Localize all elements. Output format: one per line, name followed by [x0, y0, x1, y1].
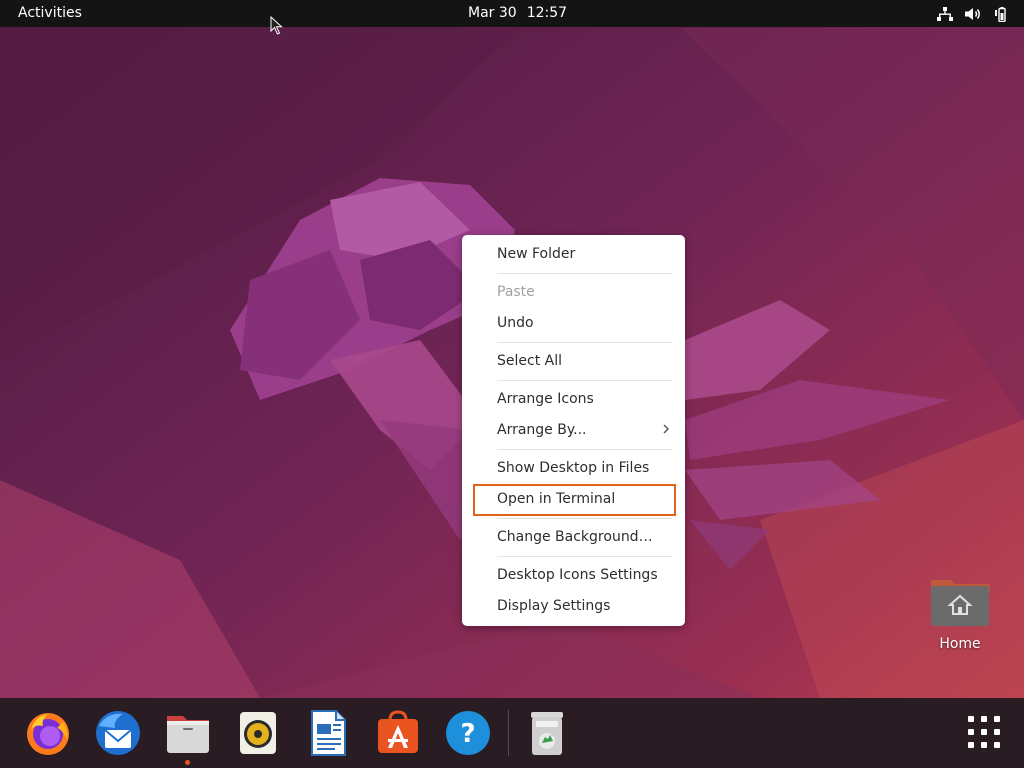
- dock-separator: [508, 710, 509, 756]
- annotation-highlight-box: [473, 484, 676, 516]
- svg-text:?: ?: [460, 719, 475, 749]
- menu-item-paste: Paste: [497, 284, 535, 300]
- menu-item-desktop-icons-settings[interactable]: Desktop Icons Settings: [497, 566, 658, 584]
- volume-icon[interactable]: [965, 7, 982, 21]
- battery-icon[interactable]: [994, 6, 1010, 22]
- menu-item-arrange-by[interactable]: Arrange By...: [497, 421, 587, 439]
- trash-icon[interactable]: [522, 708, 572, 758]
- home-folder-label[interactable]: Home: [925, 636, 995, 652]
- software-icon[interactable]: [373, 708, 423, 758]
- activities-button[interactable]: Activities: [18, 5, 82, 22]
- libreoffice-writer-icon[interactable]: [303, 708, 353, 758]
- home-folder-icon[interactable]: [929, 576, 991, 628]
- rhythmbox-icon[interactable]: [233, 708, 283, 758]
- chevron-right-icon: [663, 424, 669, 434]
- menu-item-change-background[interactable]: Change Background…: [497, 528, 653, 546]
- menu-separator: [497, 342, 672, 343]
- clock-date: Mar 30: [468, 5, 517, 21]
- dock: ?: [0, 698, 1024, 768]
- menu-item-display-settings[interactable]: Display Settings: [497, 597, 610, 615]
- menu-item-arrange-icons[interactable]: Arrange Icons: [497, 390, 594, 408]
- files-icon[interactable]: [163, 708, 213, 758]
- network-icon[interactable]: [937, 6, 953, 21]
- mouse-cursor-icon: [270, 16, 283, 35]
- clock[interactable]: Mar 30 12:57: [468, 5, 577, 22]
- clock-time: 12:57: [526, 5, 568, 21]
- desktop-context-menu: New Folder Paste Undo Select All Arrange…: [462, 235, 685, 626]
- menu-separator: [497, 449, 672, 450]
- menu-separator: [497, 518, 672, 519]
- system-tray[interactable]: [937, 4, 1010, 23]
- thunderbird-icon[interactable]: [93, 708, 143, 758]
- menu-separator: [497, 556, 672, 557]
- show-apps-icon[interactable]: [964, 712, 1004, 752]
- menu-item-select-all[interactable]: Select All: [497, 352, 562, 370]
- menu-item-undo[interactable]: Undo: [497, 314, 534, 332]
- top-bar: Activities Mar 30 12:57: [0, 0, 1024, 27]
- menu-item-new-folder[interactable]: New Folder: [497, 245, 575, 263]
- menu-separator: [497, 380, 672, 381]
- desktop-screen: Activities Mar 30 12:57 New Folder Paste…: [0, 0, 1024, 768]
- running-indicator: [185, 760, 190, 765]
- firefox-icon[interactable]: [23, 708, 73, 758]
- menu-item-show-desktop-in-files[interactable]: Show Desktop in Files: [497, 459, 649, 477]
- help-icon[interactable]: ?: [443, 708, 493, 758]
- menu-separator: [497, 273, 672, 274]
